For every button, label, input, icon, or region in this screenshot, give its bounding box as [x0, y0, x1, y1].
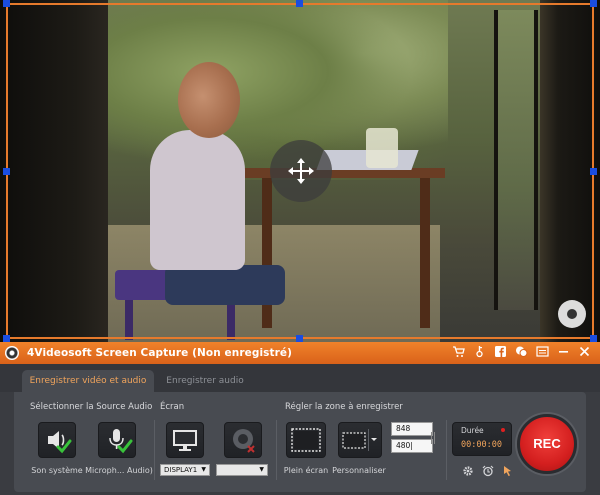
- custom-region-icon: [342, 429, 377, 451]
- duration-box[interactable]: Durée 00:00:00: [452, 422, 512, 456]
- system-sound-button[interactable]: [38, 422, 76, 458]
- logo-watermark-icon: [558, 300, 586, 328]
- title-bar[interactable]: 4Videosoft Screen Capture (Non enregistr…: [0, 342, 600, 364]
- fullscreen-button[interactable]: [286, 422, 326, 458]
- drag-handle[interactable]: [431, 432, 435, 444]
- facebook-icon[interactable]: [493, 345, 508, 360]
- display-button[interactable]: [166, 422, 204, 458]
- monitor-icon: [173, 430, 197, 451]
- resize-handle-top-right[interactable]: [590, 0, 597, 7]
- section-label-zone: Régler la zone à enregistrer: [285, 402, 403, 412]
- move-handle[interactable]: [270, 140, 332, 202]
- section-label-audio-source: Sélectionner la Source Audio: [30, 402, 153, 412]
- control-panel: 4Videosoft Screen Capture (Non enregistr…: [0, 342, 600, 495]
- tab-record-audio[interactable]: Enregistrer audio: [160, 370, 250, 392]
- resize-handle-top[interactable]: [296, 0, 303, 7]
- width-field[interactable]: 848: [391, 422, 433, 436]
- alarm-clock-icon[interactable]: [482, 462, 494, 477]
- screen-capture-window: 4Videosoft Screen Capture (Non enregistr…: [0, 0, 600, 495]
- fullscreen-icon: [291, 428, 321, 452]
- display-select-value: DISPLAY1: [164, 466, 198, 474]
- minimize-icon[interactable]: [556, 345, 571, 360]
- duration-label: Durée: [461, 426, 484, 435]
- close-icon[interactable]: [577, 345, 592, 360]
- webcam-icon: [233, 429, 255, 453]
- titlebar-icons: [451, 345, 592, 360]
- tab-bar: Enregistrer vidéo et audio Enregistrer a…: [0, 364, 600, 392]
- custom-region-button[interactable]: [338, 422, 382, 458]
- divider: [154, 420, 155, 480]
- resize-handle-right[interactable]: [590, 168, 597, 175]
- webcam-button[interactable]: [224, 422, 262, 458]
- microphone-button[interactable]: [98, 422, 136, 458]
- resize-handle-bottom[interactable]: [296, 335, 303, 342]
- chevron-down-icon: ▼: [259, 466, 264, 473]
- display-select[interactable]: DISPLAY1 ▼: [160, 464, 210, 476]
- chat-icon[interactable]: [514, 345, 529, 360]
- webcam-select[interactable]: ▼: [216, 464, 268, 476]
- resize-handle-top-left[interactable]: [3, 0, 10, 7]
- recording-indicator-icon: [501, 428, 505, 432]
- move-arrows-icon: [288, 158, 314, 184]
- resize-handle-bottom-left[interactable]: [3, 335, 10, 342]
- resize-handle-left[interactable]: [3, 168, 10, 175]
- duration-value: 00:00:00: [461, 440, 502, 450]
- key-icon[interactable]: [472, 345, 487, 360]
- microphone-icon: [109, 429, 133, 454]
- settings-gear-icon[interactable]: [462, 462, 474, 476]
- tab-record-video-audio[interactable]: Enregistrer vidéo et audio: [22, 370, 154, 392]
- fullscreen-label: Plein écran: [283, 466, 329, 475]
- app-logo-icon: [5, 346, 19, 360]
- tool-icons: [462, 462, 514, 477]
- app-title: 4Videosoft Screen Capture (Non enregistr…: [27, 347, 293, 359]
- custom-region-label: Personnaliser: [332, 466, 386, 475]
- system-sound-label: Son système: [31, 466, 83, 475]
- section-label-screen: Écran: [160, 402, 185, 412]
- menu-icon[interactable]: [535, 345, 550, 360]
- tab-content: Sélectionner la Source Audio Écran Régle…: [14, 392, 586, 492]
- divider: [446, 420, 447, 480]
- microphone-label: Microph... Audio): [85, 466, 153, 475]
- chevron-down-icon: ▼: [201, 466, 206, 473]
- height-field[interactable]: 480|: [391, 439, 433, 453]
- resize-handle-bottom-right[interactable]: [590, 335, 597, 342]
- region-dimensions: 848 480|: [391, 422, 433, 456]
- rec-button[interactable]: REC: [517, 414, 577, 474]
- speaker-icon: [48, 431, 72, 454]
- cursor-icon[interactable]: [502, 462, 514, 477]
- cart-icon[interactable]: [451, 345, 466, 360]
- capture-area[interactable]: [0, 0, 600, 342]
- divider: [276, 420, 277, 480]
